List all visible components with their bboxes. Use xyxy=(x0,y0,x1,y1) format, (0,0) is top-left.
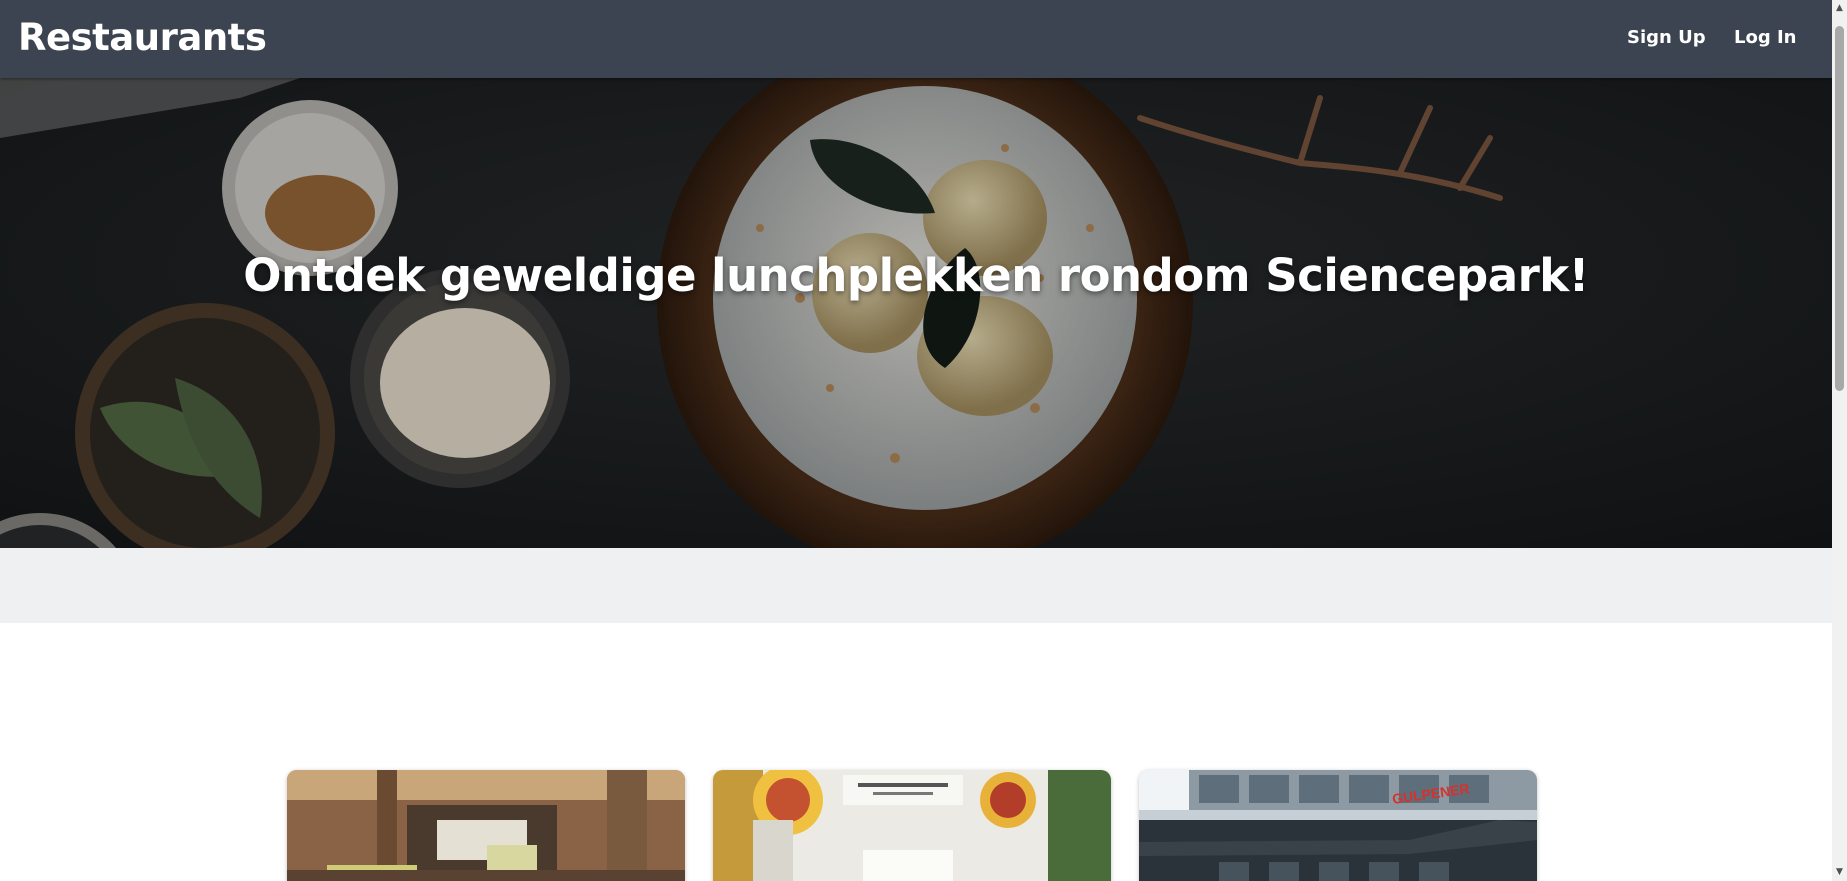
scrollbar-thumb[interactable] xyxy=(1835,26,1844,391)
restaurant-card[interactable] xyxy=(713,770,1111,881)
sandwich-shop-icon xyxy=(713,770,1111,881)
hero-banner: Ontdek geweldige lunchplekken rondom Sci… xyxy=(0,78,1832,548)
vertical-scrollbar[interactable]: ▲ ▼ xyxy=(1832,0,1847,881)
hero-title: Ontdek geweldige lunchplekken rondom Sci… xyxy=(243,249,1589,302)
hero-food-image xyxy=(0,78,1832,548)
restaurant-card[interactable] xyxy=(287,770,685,881)
scroll-down-icon[interactable]: ▼ xyxy=(1832,864,1847,881)
scroll-up-icon[interactable]: ▲ xyxy=(1832,0,1847,17)
brand-logo[interactable]: Restaurants xyxy=(18,16,267,60)
signup-link[interactable]: Sign Up xyxy=(1627,26,1706,50)
gulpener-building-icon: GULPENER xyxy=(1139,770,1537,881)
navbar: Restaurants Sign Up Log In xyxy=(0,0,1832,78)
restaurant-interior-icon xyxy=(287,770,685,881)
login-link[interactable]: Log In xyxy=(1734,26,1797,50)
grey-band xyxy=(0,548,1832,623)
page: Restaurants Sign Up Log In Ontdek geweld… xyxy=(0,0,1832,881)
restaurant-card[interactable]: GULPENER xyxy=(1139,770,1537,881)
